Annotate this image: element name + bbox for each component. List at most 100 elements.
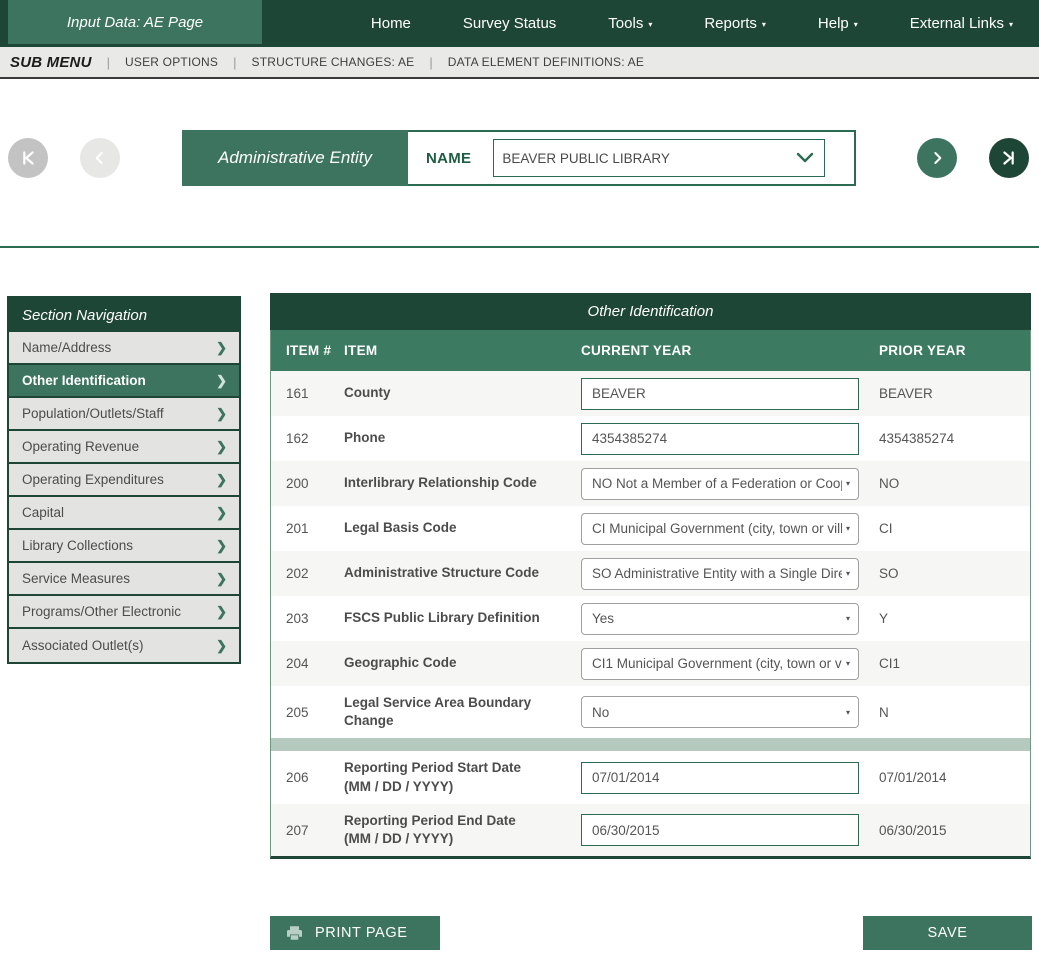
skip-to-first-icon	[17, 147, 39, 169]
submenu-link-data-element-definitions-ae[interactable]: DATA ELEMENT DEFINITIONS: AE	[448, 55, 644, 69]
dropdown-caret-icon: ▾	[846, 524, 850, 533]
dropdown-caret-icon: ▾	[762, 21, 766, 29]
nav-item-tools[interactable]: Tools ▾	[608, 15, 652, 32]
select-item-203[interactable]: Yes▾	[581, 603, 859, 635]
previous-record-button[interactable]	[80, 138, 120, 178]
next-record-button[interactable]	[917, 138, 957, 178]
sidebar-item-capital[interactable]: Capital❯	[9, 497, 239, 530]
item-label: Interlibrary Relationship Code	[344, 466, 581, 500]
dropdown-caret-icon: ▾	[846, 569, 850, 578]
prior-year-value: 07/01/2014	[879, 770, 1030, 785]
nav-item-survey-status[interactable]: Survey Status	[463, 15, 556, 32]
dropdown-caret-icon: ▾	[846, 479, 850, 488]
select-value: No	[592, 705, 842, 720]
prior-year-value: SO	[879, 566, 1030, 581]
item-number: 161	[271, 386, 344, 401]
select-item-205[interactable]: No ▾	[581, 696, 859, 728]
library-name-value: BEAVER PUBLIC LIBRARY	[502, 151, 670, 166]
item-label: Reporting Period Start Date (MM / DD / Y…	[344, 751, 581, 803]
submenu-link-user-options[interactable]: USER OPTIONS	[125, 55, 218, 69]
chevron-right-icon: ❯	[216, 638, 227, 654]
input-item-207[interactable]	[581, 814, 859, 846]
nav-item-label: Tools	[608, 15, 643, 32]
nav-items: HomeSurvey StatusTools▾Reports▾Help▾Exte…	[371, 0, 1013, 47]
save-button[interactable]: SAVE	[863, 916, 1032, 950]
sidebar-item-library-collections[interactable]: Library Collections❯	[9, 530, 239, 563]
sidebar-item-operating-expenditures[interactable]: Operating Expenditures❯	[9, 464, 239, 497]
sidebar-item-name-address[interactable]: Name/Address❯	[9, 332, 239, 365]
input-item-161[interactable]	[581, 378, 859, 410]
current-year-cell: CI Municipal Government (city, town or v…	[581, 513, 879, 545]
sidebar-item-operating-revenue[interactable]: Operating Revenue❯	[9, 431, 239, 464]
sidebar-item-other-identification[interactable]: Other Identification❯	[9, 365, 239, 398]
sidebar-item-programs-other-electronic[interactable]: Programs/Other Electronic❯	[9, 596, 239, 629]
submenu-link-structure-changes-ae[interactable]: STRUCTURE CHANGES: AE	[251, 55, 414, 69]
prior-year-value: 4354385274	[879, 431, 1030, 446]
print-page-label: PRINT PAGE	[315, 925, 407, 941]
prior-year-value: CI1	[879, 656, 1030, 671]
save-label: SAVE	[927, 925, 967, 941]
input-item-162[interactable]	[581, 423, 859, 455]
item-number: 207	[271, 823, 344, 838]
current-year-cell: NO Not a Member of a Federation or Coop▾	[581, 468, 879, 500]
chevron-right-icon: ❯	[216, 538, 227, 554]
chevron-right-icon: ❯	[216, 340, 227, 356]
sidebar-item-label: Operating Expenditures	[22, 472, 164, 487]
submenu-separator: |	[233, 55, 236, 70]
chevron-down-icon	[796, 152, 814, 164]
prior-year-value: BEAVER	[879, 386, 1030, 401]
sidebar-item-service-measures[interactable]: Service Measures❯	[9, 563, 239, 596]
item-number: 201	[271, 521, 344, 536]
select-item-204[interactable]: CI1 Municipal Government (city, town or …	[581, 648, 859, 680]
nav-item-reports[interactable]: Reports▾	[704, 15, 766, 32]
first-record-button[interactable]	[8, 138, 48, 178]
table-title: Other Identification	[270, 293, 1031, 330]
select-item-200[interactable]: NO Not a Member of a Federation or Coop▾	[581, 468, 859, 500]
item-label: Administrative Structure Code	[344, 556, 581, 590]
sidebar-item-label: Population/Outlets/Staff	[22, 406, 164, 421]
select-item-202[interactable]: SO Administrative Entity with a Single D…	[581, 558, 859, 590]
submenu-links: | USER OPTIONS | STRUCTURE CHANGES: AE | DATA…	[92, 55, 644, 70]
prior-year-value: N	[879, 705, 1030, 720]
sidebar-item-label: Capital	[22, 505, 64, 520]
table-row-item-162: 162Phone4354385274	[271, 416, 1030, 461]
input-item-206[interactable]	[581, 762, 859, 794]
sidebar-items: Name/Address❯Other Identification❯Popula…	[9, 332, 239, 662]
submenu-separator: |	[107, 55, 110, 70]
chevron-right-icon	[927, 148, 947, 168]
dropdown-caret-icon: ▾	[648, 21, 652, 29]
nav-item-home[interactable]: Home	[371, 15, 411, 32]
nav-item-external-links[interactable]: External Links▾	[910, 15, 1013, 32]
nav-item-label: Home	[371, 15, 411, 32]
table-row-item-202: 202Administrative Structure CodeSO Admin…	[271, 551, 1030, 596]
item-number: 204	[271, 656, 344, 671]
submenu-separator: |	[429, 55, 432, 70]
table-header-row: ITEM # ITEM CURRENT YEAR PRIOR YEAR	[271, 330, 1030, 371]
chevron-right-icon: ❯	[216, 439, 227, 455]
table-row-item-206: 206Reporting Period Start Date (MM / DD …	[271, 751, 1030, 803]
nav-item-label: External Links	[910, 15, 1004, 32]
printer-icon	[285, 924, 304, 942]
top-navbar: Input Data: AE Page Home Survey Status Too…	[0, 0, 1039, 47]
item-label: FSCS Public Library Definition	[344, 601, 581, 635]
table-row-item-200: 200Interlibrary Relationship CodeNO Not …	[271, 461, 1030, 506]
chevron-right-icon: ❯	[216, 571, 227, 587]
sidebar-item-population-outlets-staff[interactable]: Population/Outlets/Staff❯	[9, 398, 239, 431]
entity-title: Administrative Entity	[182, 130, 408, 186]
skip-to-last-icon	[998, 147, 1020, 169]
section-navigation-title: Section Navigation	[9, 298, 239, 332]
item-number: 200	[271, 476, 344, 491]
item-label: Legal Basis Code	[344, 511, 581, 545]
column-header-current-year: CURRENT YEAR	[581, 343, 879, 358]
dropdown-caret-icon: ▾	[846, 708, 850, 717]
library-name-select[interactable]: BEAVER PUBLIC LIBRARY	[493, 139, 825, 177]
item-number: 206	[271, 770, 344, 785]
item-label: Legal Service Area Boundary Change	[344, 686, 581, 738]
print-page-button[interactable]: PRINT PAGE	[270, 916, 440, 950]
nav-item-help[interactable]: Help▾	[818, 15, 858, 32]
record-navigation: Administrative Entity NAME BEAVER PUBLIC…	[0, 130, 1039, 186]
nav-tab-input-data-ae-page[interactable]: Input Data: AE Page	[8, 0, 262, 44]
last-record-button[interactable]	[989, 138, 1029, 178]
select-item-201[interactable]: CI Municipal Government (city, town or v…	[581, 513, 859, 545]
sidebar-item-associated-outlet-s[interactable]: Associated Outlet(s)❯	[9, 629, 239, 662]
